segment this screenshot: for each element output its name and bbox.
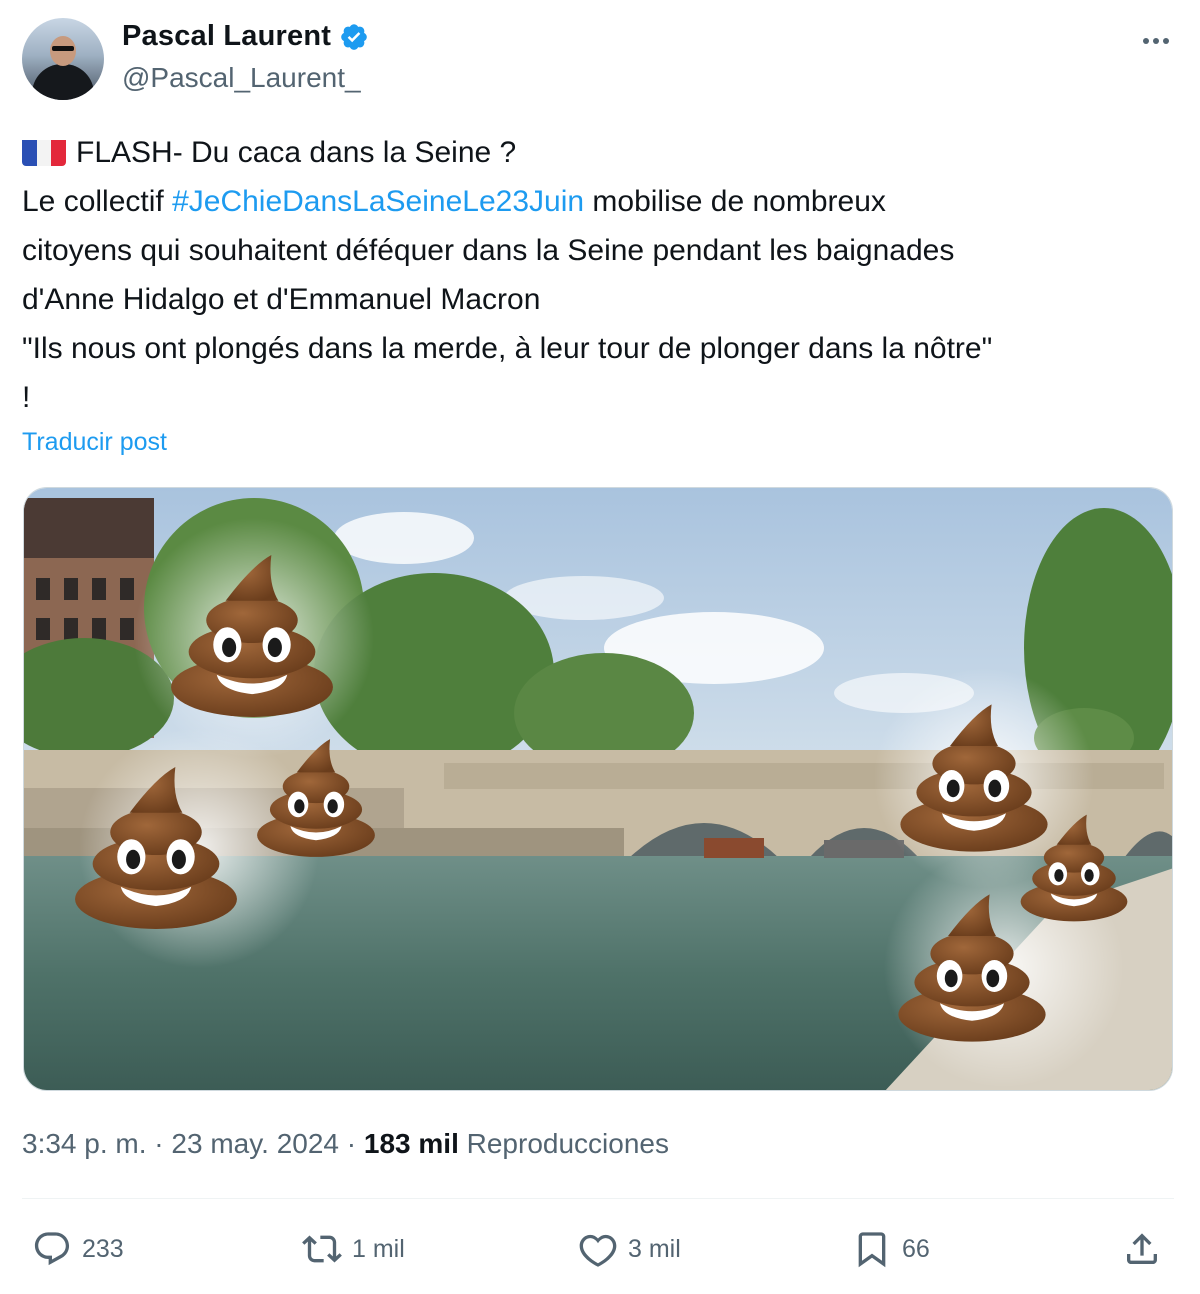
france-flag-icon: [22, 136, 66, 166]
repost-count: 1 mil: [352, 1234, 405, 1263]
share-button[interactable]: [1122, 1222, 1162, 1276]
tweet-line: "Ils nous ont plongés dans la merde, à l…: [22, 332, 993, 365]
like-count: 3 mil: [628, 1234, 681, 1263]
author-name-row: Pascal Laurent: [122, 20, 369, 53]
share-icon: [1127, 1233, 1157, 1264]
heart-icon: [579, 1234, 617, 1267]
tweet-line: Le collectif #JeChieDansLaSeineLe23Juin …: [22, 185, 886, 218]
tweet-text: FLASH- Du caca dans la Seine ? Le collec…: [22, 128, 1182, 422]
tweet-date[interactable]: 23 may. 2024: [171, 1128, 339, 1159]
like-button[interactable]: 3 mil: [578, 1222, 681, 1276]
seine-bridge-photo: [24, 488, 1172, 1090]
tweet-line: citoyens qui souhaitent déféquer dans la…: [22, 234, 955, 267]
translate-post-link[interactable]: Traducir post: [22, 428, 167, 457]
tweet-timestamp: 3:34 p. m. · 23 may. 2024 · 183 mil Repr…: [22, 1128, 669, 1159]
repost-button[interactable]: 1 mil: [302, 1222, 405, 1276]
tweet-time[interactable]: 3:34 p. m.: [22, 1128, 147, 1159]
reply-button[interactable]: 233: [32, 1222, 124, 1276]
author-handle[interactable]: @Pascal_Laurent_: [122, 62, 361, 94]
views-count: 183 mil: [363, 1128, 459, 1159]
hashtag-link[interactable]: #JeChieDansLaSeineLe23Juin: [172, 185, 584, 218]
tweet-media-image[interactable]: [23, 487, 1173, 1091]
bookmark-count: 66: [902, 1234, 930, 1263]
tweet-line: d'Anne Hidalgo et d'Emmanuel Macron: [22, 283, 541, 316]
divider: [22, 1198, 1174, 1199]
tweet-line: FLASH- Du caca dans la Seine ?: [22, 128, 1182, 177]
tweet-header: Pascal Laurent @Pascal_Laurent_: [22, 18, 1178, 102]
bookmark-button[interactable]: 66: [852, 1222, 930, 1276]
reply-icon: [34, 1232, 70, 1266]
author-display-name[interactable]: Pascal Laurent: [122, 20, 331, 53]
verified-badge-icon: [341, 23, 367, 50]
bookmark-icon: [858, 1232, 886, 1268]
repost-icon: [302, 1235, 342, 1263]
more-options-icon[interactable]: [1136, 26, 1176, 56]
action-bar: 233 1 mil 3 mil 66: [22, 1222, 1174, 1276]
avatar[interactable]: [22, 18, 104, 100]
tweet-line: !: [22, 381, 31, 414]
reply-count: 233: [82, 1234, 124, 1263]
views-label: Reproducciones: [466, 1128, 669, 1159]
